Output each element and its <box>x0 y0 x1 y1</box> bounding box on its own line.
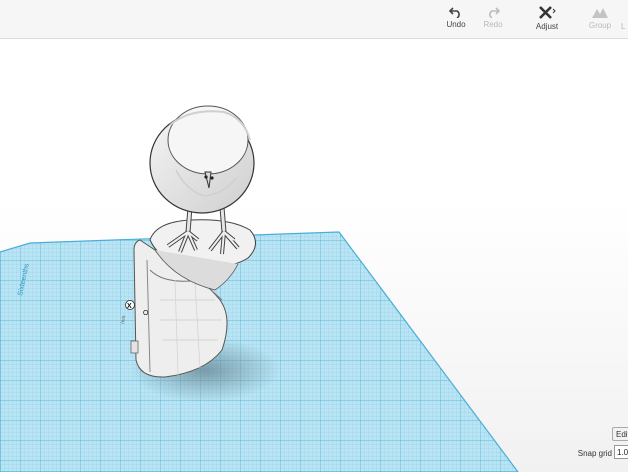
group-icon <box>592 8 608 18</box>
redo-button[interactable]: Redo <box>480 6 506 36</box>
main-toolbar: Undo Redo Adjust Group L <box>0 0 628 39</box>
scene: Sixteenths X mm O <box>0 105 519 472</box>
3d-viewport[interactable]: Sixteenths X mm O Edi Snap grid 1.0 <box>0 39 628 472</box>
partial-tool-label: L <box>621 22 626 31</box>
group-button[interactable]: Group <box>587 6 613 36</box>
gizmo-x-label: X <box>127 303 132 310</box>
redo-label: Redo <box>483 20 503 29</box>
undo-icon <box>449 7 460 18</box>
partial-tool-icon <box>623 6 628 20</box>
edit-grid-button[interactable]: Edit <box>612 427 628 441</box>
undo-label: Undo <box>446 20 466 29</box>
group-label: Group <box>588 21 612 30</box>
partial-tool[interactable]: L <box>621 6 628 36</box>
adjust-button[interactable]: Adjust <box>533 6 561 36</box>
undo-button[interactable]: Undo <box>443 6 469 36</box>
adjust-icon <box>539 6 556 19</box>
gizmo-o-label: O <box>143 310 149 317</box>
redo-icon <box>489 7 500 18</box>
snap-grid-select[interactable]: 1.0 <box>614 445 628 459</box>
adjust-label: Adjust <box>535 22 559 31</box>
bottom-controls: Edit Snap grid 1.0 <box>568 427 628 472</box>
snap-grid-label: Snap grid <box>577 449 612 458</box>
